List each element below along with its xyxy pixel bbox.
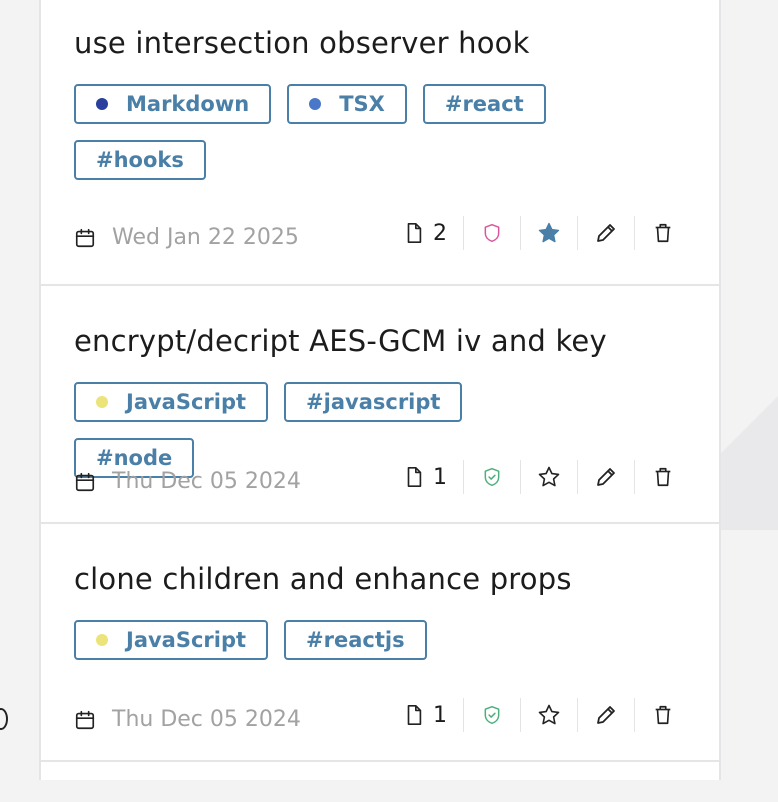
pencil-icon: [594, 703, 618, 727]
calendar-icon: [74, 471, 96, 493]
tag-label: #node: [96, 446, 173, 470]
file-count: 2: [433, 220, 447, 246]
language-dot: [96, 634, 108, 646]
hashtag-tag[interactable]: #hooks: [74, 140, 206, 180]
edit-button[interactable]: [577, 460, 634, 494]
file-icon: [403, 465, 425, 489]
hashtag-tag[interactable]: #javascript: [284, 382, 463, 422]
pencil-icon: [594, 221, 618, 245]
trash-icon: [652, 703, 674, 727]
star-button[interactable]: [520, 460, 577, 494]
shield-icon: [482, 222, 502, 244]
tag-label: JavaScript: [126, 390, 247, 414]
delete-button[interactable]: [634, 698, 691, 732]
snippet-date: Thu Dec 05 2024: [112, 469, 301, 494]
delete-button[interactable]: [634, 460, 691, 494]
file-icon: [403, 221, 425, 245]
visibility-button[interactable]: [463, 216, 520, 250]
language-dot: [309, 98, 322, 110]
snippet-meta: Thu Dec 05 2024: [74, 707, 301, 732]
file-count-indicator: 1: [403, 698, 463, 732]
star-icon: [537, 221, 561, 245]
file-count: 1: [433, 702, 447, 728]
visibility-button[interactable]: [463, 460, 520, 494]
tag-label: #react: [444, 92, 524, 116]
snippet-date: Wed Jan 22 2025: [112, 225, 299, 250]
pencil-icon: [594, 465, 618, 489]
star-button[interactable]: [520, 698, 577, 732]
tag-list: JavaScript #reactjs: [74, 620, 594, 660]
file-count: 1: [433, 464, 447, 490]
tag-list: Markdown TSX #react #hooks: [74, 84, 594, 180]
snippet-card[interactable]: [41, 762, 719, 802]
snippet-actions: 2: [403, 216, 691, 250]
shield-check-icon: [482, 704, 502, 726]
trash-icon: [652, 221, 674, 245]
snippet-card[interactable]: use intersection observer hook Markdown …: [41, 0, 719, 286]
star-icon: [537, 465, 561, 489]
snippet-title[interactable]: encrypt/decript AES-GCM iv and key: [74, 324, 607, 358]
snippet-title[interactable]: use intersection observer hook: [74, 26, 530, 60]
partial-icon: [0, 708, 8, 730]
language-dot: [96, 98, 108, 110]
edit-button[interactable]: [577, 216, 634, 250]
tag-label: #hooks: [96, 148, 184, 172]
star-button[interactable]: [520, 216, 577, 250]
language-tag[interactable]: JavaScript: [74, 382, 269, 422]
tag-label: TSX: [339, 92, 385, 116]
calendar-icon: [74, 227, 96, 249]
shield-check-icon: [482, 466, 502, 488]
language-tag[interactable]: Markdown: [74, 84, 272, 124]
snippet-meta: Wed Jan 22 2025: [74, 225, 299, 250]
language-dot: [96, 396, 108, 408]
snippet-card[interactable]: clone children and enhance props JavaScr…: [41, 524, 719, 762]
hashtag-tag[interactable]: #react: [422, 84, 546, 124]
calendar-icon: [74, 709, 96, 731]
star-icon: [537, 703, 561, 727]
snippet-card[interactable]: encrypt/decript AES-GCM iv and key JavaS…: [41, 286, 719, 524]
tag-label: Markdown: [126, 92, 250, 116]
file-count-indicator: 2: [403, 216, 463, 250]
snippet-actions: 1: [403, 698, 691, 732]
file-count-indicator: 1: [403, 460, 463, 494]
language-tag[interactable]: JavaScript: [74, 620, 269, 660]
tag-label: JavaScript: [126, 628, 247, 652]
hashtag-tag[interactable]: #reactjs: [284, 620, 427, 660]
snippet-date: Thu Dec 05 2024: [112, 707, 301, 732]
snippet-list: use intersection observer hook Markdown …: [39, 0, 721, 780]
tag-label: #javascript: [306, 390, 441, 414]
trash-icon: [652, 465, 674, 489]
snippet-title[interactable]: clone children and enhance props: [74, 562, 572, 596]
background-shape: [718, 330, 778, 530]
delete-button[interactable]: [634, 216, 691, 250]
language-tag[interactable]: TSX: [287, 84, 407, 124]
file-icon: [403, 703, 425, 727]
snippet-actions: 1: [403, 460, 691, 494]
visibility-button[interactable]: [463, 698, 520, 732]
edit-button[interactable]: [577, 698, 634, 732]
snippet-meta: Thu Dec 05 2024: [74, 469, 301, 494]
tag-label: #reactjs: [306, 628, 405, 652]
